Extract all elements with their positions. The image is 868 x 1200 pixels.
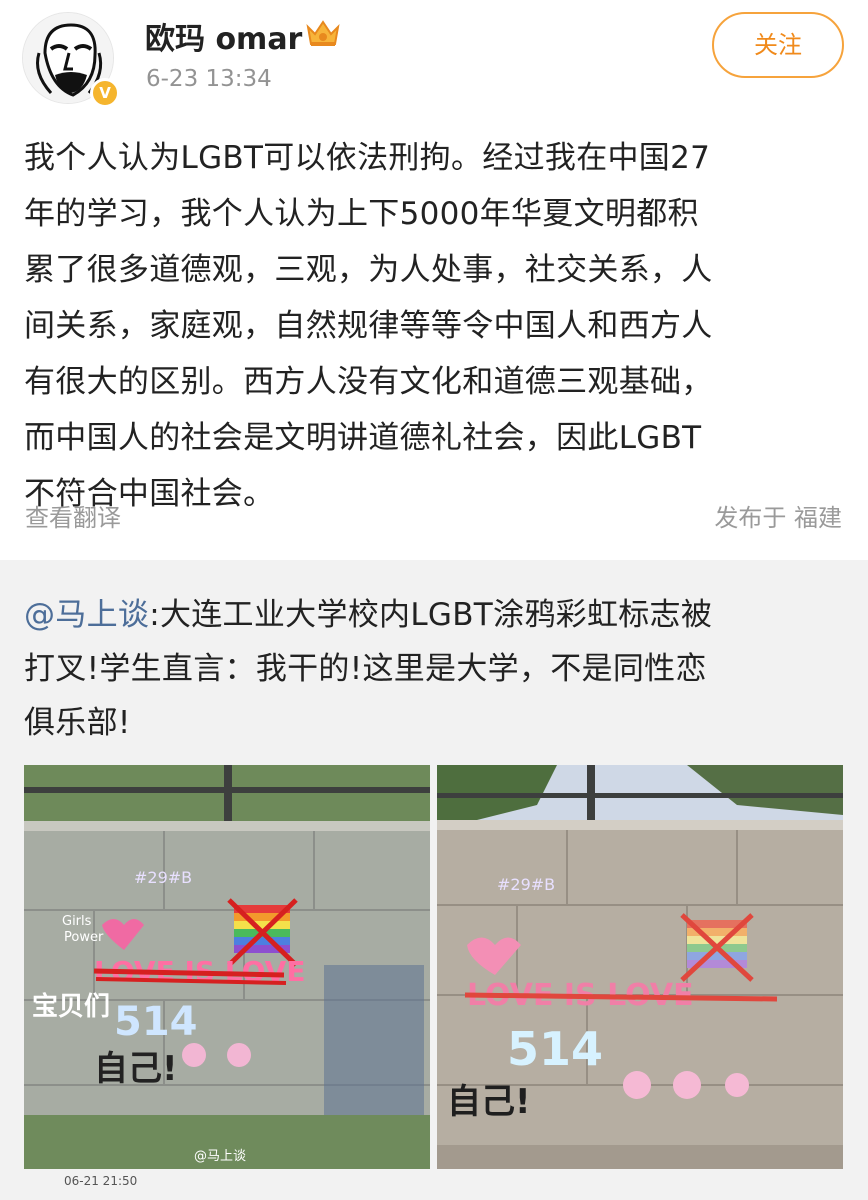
follow-button[interactable]: 关注	[712, 12, 844, 78]
graffiti-number: 514	[114, 999, 198, 1045]
translate-link[interactable]: 查看翻译	[25, 498, 121, 533]
mention-link[interactable]: @马上谈	[24, 597, 149, 633]
repost-card[interactable]: @马上谈:大连工业大学校内LGBT涂鸦彩虹标志被 打叉!学生直言：我干的!这里是…	[0, 560, 868, 1200]
post-location: 发布于 福建	[714, 504, 842, 532]
crown-icon	[306, 20, 340, 46]
post-text-line: 累了很多道德观，三观，为人处事，社交关系，人	[24, 252, 713, 288]
graffiti-number: 514	[507, 1022, 603, 1076]
repost-text-line: 俱乐部!	[24, 705, 131, 741]
repost-photo-2[interactable]: #29#B LOVE IS LOVE 514 自己!	[437, 765, 843, 1169]
verified-icon: V	[90, 78, 120, 108]
photo-caption: 06-21 21:50	[64, 1174, 138, 1188]
post-body: 我个人认为LGBT可以依法刑拘。经过我在中国27 年的学习，我个人认为上下500…	[24, 130, 846, 522]
graffiti-girls: Girls	[62, 914, 92, 929]
graffiti-tag: #29#B	[497, 875, 555, 894]
post-text-line: 有很大的区别。西方人没有文化和道德三观基础，	[24, 364, 713, 400]
avatar-wrapper[interactable]: V	[22, 12, 122, 108]
graffiti-tag: #29#B	[134, 868, 192, 887]
graffiti-ziji: 自己!	[94, 1049, 178, 1089]
repost-text-line: 打叉!学生直言：我干的!这里是大学，不是同性恋	[24, 651, 707, 687]
repost-photo-1[interactable]: #29#B Girls Power LOVE IS LOVE 宝贝们 514 自…	[24, 765, 430, 1169]
graffiti-baobei: 宝贝们	[32, 991, 110, 1022]
repost-body: @马上谈:大连工业大学校内LGBT涂鸦彩虹标志被 打叉!学生直言：我干的!这里是…	[24, 588, 846, 750]
post-text-line: 我个人认为LGBT可以依法刑拘。经过我在中国27	[24, 140, 711, 176]
graffiti-ziji: 自己!	[447, 1082, 531, 1122]
post-text-line: 间关系，家庭观，自然规律等等令中国人和西方人	[24, 308, 713, 344]
graffiti-wall-photo: #29#B LOVE IS LOVE 514 自己!	[437, 765, 843, 1169]
repost-text-line: @马上谈:大连工业大学校内LGBT涂鸦彩虹标志被	[24, 588, 846, 642]
post-text-line: 而中国人的社会是文明讲道德礼社会，因此LGBT	[24, 420, 702, 456]
graffiti-power: Power	[64, 930, 104, 945]
graffiti-wall-photo: #29#B Girls Power LOVE IS LOVE 宝贝们 514 自…	[24, 765, 430, 1169]
post-text-line: 年的学习，我个人认为上下5000年华夏文明都积	[24, 196, 699, 232]
author-name[interactable]: 欧玛 omar	[145, 14, 302, 58]
repost-text-first: :大连工业大学校内LGBT涂鸦彩虹标志被	[149, 597, 713, 633]
post-timestamp: 6-23 13:34	[146, 66, 272, 92]
photo-watermark: @马上谈	[194, 1149, 246, 1164]
post-header: V 欧玛 omar 6-23 13:34 关注	[0, 0, 868, 120]
